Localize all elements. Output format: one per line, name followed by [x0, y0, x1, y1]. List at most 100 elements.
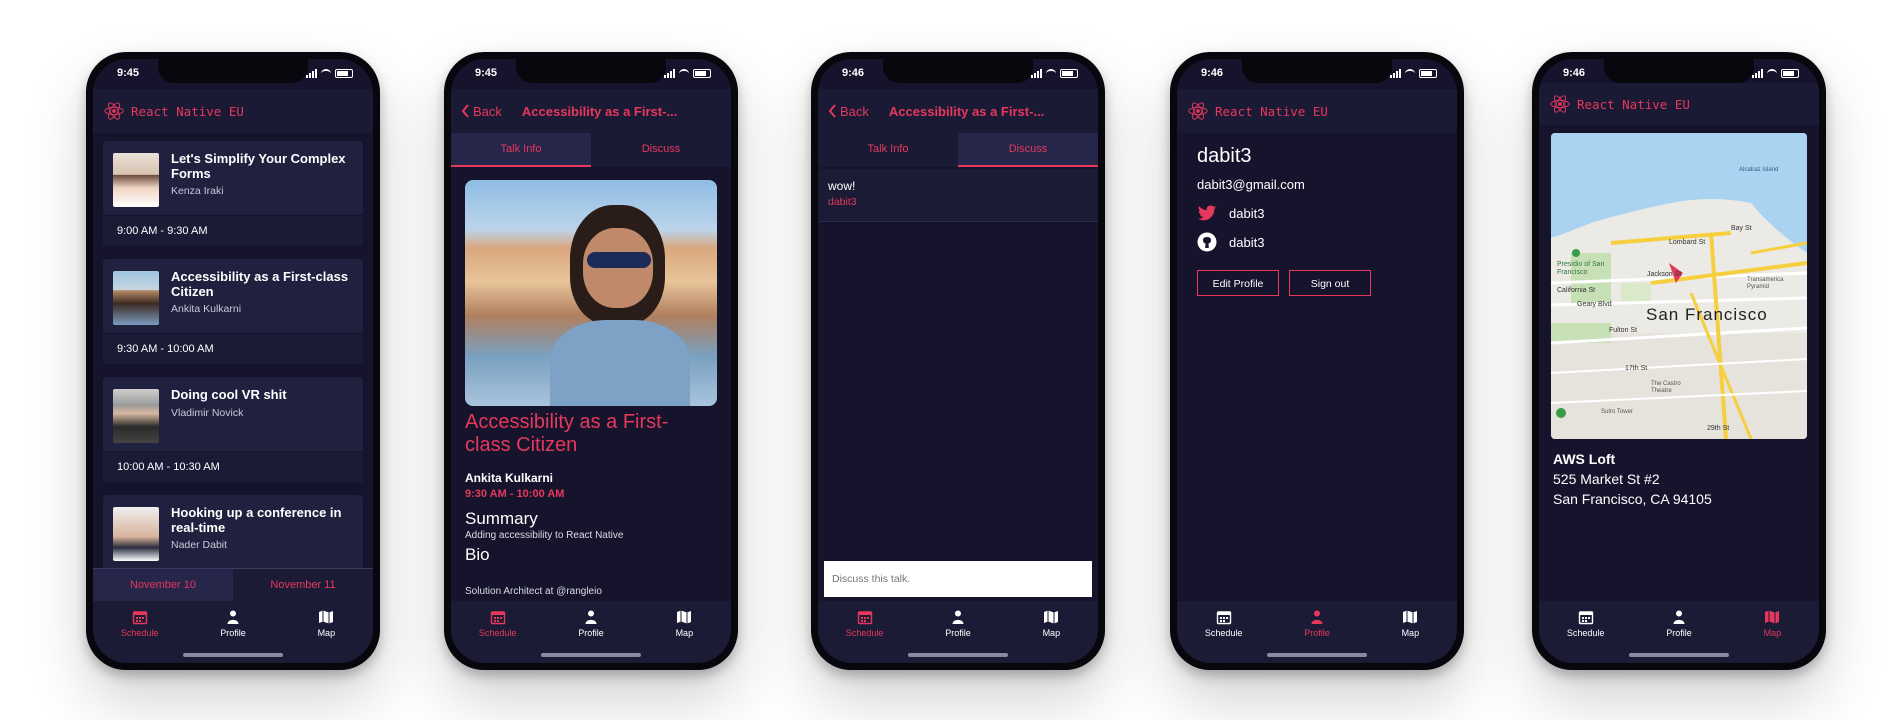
talk-title: Accessibility as a First-class Citizen — [171, 269, 349, 299]
tab-schedule[interactable]: Schedule — [818, 601, 911, 663]
user-icon — [585, 610, 597, 624]
venue-address-line1: 525 Market St #2 — [1553, 471, 1660, 487]
talk-tabs: Talk Info Discuss — [818, 133, 1098, 167]
calendar-icon — [1578, 611, 1593, 625]
sign-out-button[interactable]: Sign out — [1289, 270, 1371, 296]
react-logo-icon — [1188, 102, 1208, 120]
wifi-icon — [679, 69, 689, 78]
user-icon — [1673, 610, 1685, 624]
brand-title: React Native EU — [131, 103, 244, 119]
tab-schedule[interactable]: Schedule — [1539, 601, 1632, 663]
tab-map[interactable]: Map — [1364, 601, 1457, 663]
user-icon — [952, 610, 964, 624]
speaker-photo — [113, 271, 159, 325]
talk-card[interactable]: Accessibility as a First-class Citizen A… — [103, 259, 363, 364]
profile-username: dabit3 — [1197, 145, 1252, 167]
map-street-label: Geary Blvd — [1577, 301, 1612, 308]
tab-label: Profile — [945, 628, 971, 638]
twitter-row: dabit3 — [1197, 205, 1264, 222]
tab-talk-info[interactable]: Talk Info — [451, 133, 591, 167]
tab-map[interactable]: Map — [638, 601, 731, 663]
talk-title: Doing cool VR shit — [171, 387, 287, 402]
app-header: React Native EU — [1177, 89, 1457, 133]
talk-tabs: Talk Info Discuss — [451, 133, 731, 167]
phone-talk-info: 9:45 Back Accessibility as a First-... T… — [444, 52, 738, 670]
back-button[interactable]: Back — [461, 104, 502, 119]
talk-title: Hooking up a conference in real-time — [171, 505, 342, 535]
back-button[interactable]: Back — [828, 104, 869, 119]
nav-title: Accessibility as a First-... — [521, 103, 678, 119]
user-icon — [1311, 610, 1323, 624]
edit-profile-button[interactable]: Edit Profile — [1197, 270, 1279, 296]
status-time: 9:45 — [117, 67, 140, 79]
status-time: 9:46 — [1563, 67, 1586, 79]
chevron-left-icon — [461, 104, 469, 118]
tab-map[interactable]: Map — [280, 601, 373, 663]
comment-text: wow! — [828, 179, 856, 193]
tab-label: Profile — [1304, 628, 1330, 638]
map-poi-label: The Castro Theatre — [1651, 381, 1681, 394]
talk-speaker: Kenza Iraki — [171, 185, 224, 197]
wifi-icon — [1405, 69, 1415, 78]
map-icon — [1403, 610, 1418, 624]
home-indicator — [908, 653, 1008, 657]
schedule-screen: 9:45 React Native EU Let's Simplify Your… — [93, 59, 373, 663]
tab-discuss[interactable]: Discuss — [591, 133, 731, 167]
brand-title: React Native EU — [1577, 96, 1690, 112]
map-street-label: Fulton St — [1609, 327, 1638, 334]
map-icon — [1765, 610, 1780, 624]
map-icon — [677, 610, 692, 624]
tab-label: Profile — [578, 628, 604, 638]
nav-title: Accessibility as a First-... — [888, 103, 1045, 119]
twitter-icon — [1197, 205, 1217, 221]
comment-author: dabit3 — [828, 196, 857, 208]
talk-card[interactable]: Let's Simplify Your Complex Forms Kenza … — [103, 141, 363, 246]
profile-email: dabit3@gmail.com — [1197, 177, 1305, 192]
brand-title: React Native EU — [1215, 103, 1328, 119]
map-screen: 9:46 React Native EU San Francisco Calif… — [1539, 59, 1819, 663]
map-view[interactable]: San Francisco California St Geary Blvd F… — [1551, 133, 1807, 439]
wifi-icon — [321, 69, 331, 78]
map-street-label: Lombard St — [1669, 239, 1706, 246]
tab-november-10[interactable]: November 10 — [93, 569, 233, 601]
tab-november-11[interactable]: November 11 — [233, 569, 373, 601]
calendar-icon — [857, 611, 872, 625]
phone-profile: 9:46 React Native EU dabit3 dabit3@gmail… — [1170, 52, 1464, 670]
status-time: 9:46 — [842, 67, 865, 79]
tab-map[interactable]: Map — [1005, 601, 1098, 663]
tab-schedule[interactable]: Schedule — [93, 601, 186, 663]
tab-label: Map — [675, 628, 694, 638]
map-street-label: Bay St — [1731, 225, 1752, 232]
tab-schedule[interactable]: Schedule — [451, 601, 544, 663]
tab-label: Map — [1401, 628, 1420, 638]
tab-map[interactable]: Map — [1726, 601, 1819, 663]
react-logo-icon — [104, 102, 124, 120]
speaker-name: Ankita Kulkarni — [465, 471, 554, 485]
app-header: React Native EU — [93, 89, 373, 133]
talk-card[interactable]: Doing cool VR shit Vladimir Novick 10:00… — [103, 377, 363, 482]
discuss-input[interactable] — [824, 561, 1092, 597]
venue-name: AWS Loft — [1553, 451, 1616, 467]
speaker-photo — [113, 507, 159, 561]
tab-discuss[interactable]: Discuss — [958, 133, 1098, 167]
map-icon — [319, 610, 334, 624]
venue-address-line2: San Francisco, CA 94105 — [1553, 491, 1712, 507]
tab-talk-info[interactable]: Talk Info — [818, 133, 958, 167]
nav-header: Back Accessibility as a First-... — [451, 89, 731, 133]
tab-label: Map — [1763, 628, 1782, 638]
speaker-photo — [113, 153, 159, 207]
map-street-label: California St — [1557, 287, 1596, 294]
chevron-left-icon — [828, 104, 836, 118]
home-indicator — [1629, 653, 1729, 657]
map-icon — [1044, 610, 1059, 624]
map-poi-label: Alcatraz Island — [1739, 167, 1779, 173]
talk-card[interactable]: Hooking up a conference in real-time Nad… — [103, 495, 363, 575]
talk-title: Let's Simplify Your Complex Forms — [171, 151, 346, 181]
tab-label: Map — [317, 628, 336, 638]
phone-schedule: 9:45 React Native EU Let's Simplify Your… — [86, 52, 380, 670]
notch — [1604, 59, 1754, 83]
talk-time: 10:00 AM - 10:30 AM — [103, 451, 363, 482]
app-header: React Native EU — [1539, 83, 1819, 125]
talk-time: 9:30 AM - 10:00 AM — [465, 488, 565, 500]
tab-schedule[interactable]: Schedule — [1177, 601, 1270, 663]
